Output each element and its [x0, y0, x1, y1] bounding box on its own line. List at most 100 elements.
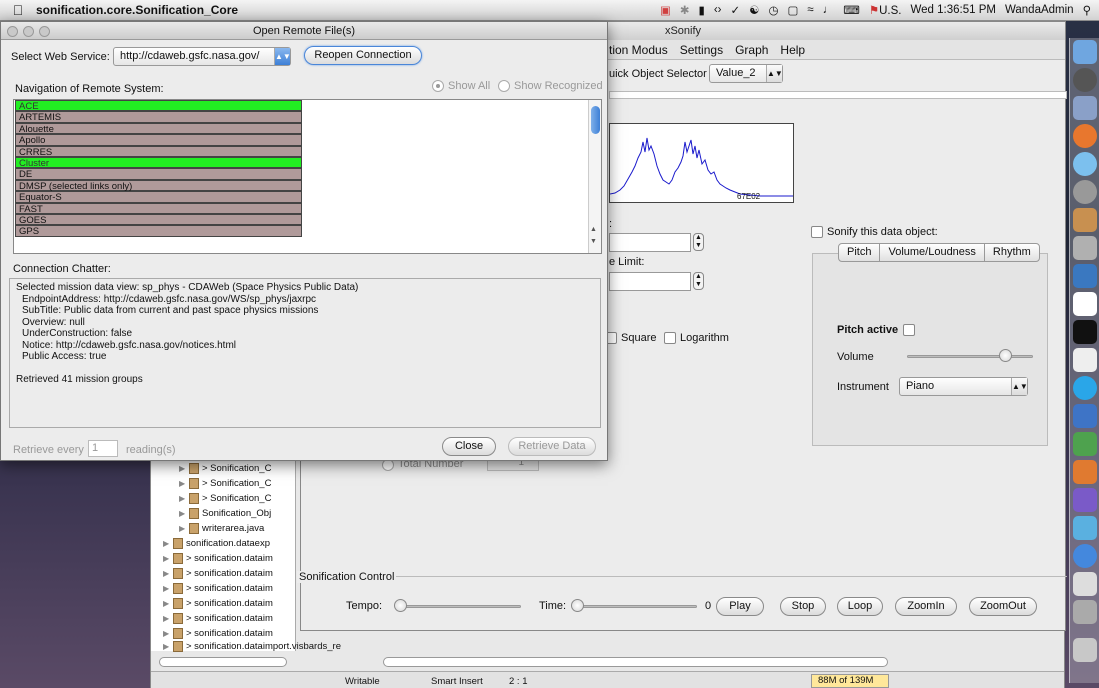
dock-word-icon[interactable]: [1073, 404, 1097, 428]
start-field[interactable]: [609, 233, 691, 252]
dock-downloads-icon[interactable]: [1073, 572, 1097, 596]
tree-item[interactable]: ▶ sonification.dataexp: [163, 536, 270, 551]
tree-item[interactable]: ▶ > Sonification_C: [179, 476, 271, 491]
dock-messenger-icon[interactable]: [1073, 516, 1097, 540]
tree-item[interactable]: ▶ Sonification_Obj: [179, 506, 271, 521]
show-recognized-radio[interactable]: [498, 80, 510, 92]
mission-item-equator-s[interactable]: Equator-S: [15, 191, 302, 203]
scroll-up-arrow-icon[interactable]: ▲: [590, 226, 597, 233]
zoomin-button[interactable]: ZoomIn: [895, 597, 957, 616]
mission-item-gps[interactable]: GPS: [15, 225, 302, 237]
logarithm-checkbox[interactable]: [664, 332, 676, 344]
input-locale[interactable]: ⚑U.S.: [869, 3, 902, 17]
dock-monitor-icon[interactable]: [1073, 264, 1097, 288]
sonify-checkbox[interactable]: [811, 226, 823, 238]
display-icon[interactable]: ▢: [788, 3, 799, 17]
clock[interactable]: Wed 1:36:51 PM: [911, 4, 996, 16]
dock-documents-icon[interactable]: [1073, 600, 1097, 624]
dock-safari-icon[interactable]: [1073, 152, 1097, 176]
mission-item-crres[interactable]: CRRES: [15, 145, 302, 158]
dock-skype-icon[interactable]: [1073, 376, 1097, 400]
mission-item-fast[interactable]: FAST: [15, 202, 302, 215]
dock-preferences-icon[interactable]: [1073, 180, 1097, 204]
tree-item[interactable]: ▶ > sonification.dataimport.visbards_re: [163, 639, 341, 654]
tree-expand-icon[interactable]: ▶: [179, 494, 189, 503]
menu-graph[interactable]: Graph: [735, 40, 768, 59]
time-slider-knob[interactable]: [571, 599, 584, 612]
keyboard-icon[interactable]: ⌨: [843, 3, 860, 17]
dock-calendar-icon[interactable]: [1073, 292, 1097, 316]
timemachine-icon[interactable]: ☯: [749, 3, 759, 17]
mission-list-scrollbar[interactable]: ▲ ▼: [588, 100, 601, 253]
mission-item-goes[interactable]: GOES: [15, 214, 302, 226]
tree-expand-icon[interactable]: ▶: [179, 524, 189, 533]
wifi-icon[interactable]: ≈: [807, 4, 813, 16]
tree-expand-icon[interactable]: ▶: [179, 464, 189, 473]
mission-item-ace[interactable]: ACE: [15, 100, 302, 112]
tree-expand-icon[interactable]: ▶: [163, 599, 173, 608]
limit-stepper[interactable]: ▲ ▼: [693, 272, 704, 290]
mission-item-alouette[interactable]: Alouette: [15, 122, 302, 135]
volume-slider[interactable]: [907, 355, 1033, 358]
sync-icon[interactable]: ✓: [731, 3, 741, 17]
tab-rhythm[interactable]: Rhythm: [985, 244, 1039, 261]
connection-chatter-log[interactable]: Selected mission data view: sp_phys - CD…: [9, 278, 601, 428]
dock-finder-icon[interactable]: [1073, 40, 1097, 64]
close-window-icon[interactable]: [7, 26, 18, 37]
start-stepper[interactable]: ▲ ▼: [693, 233, 704, 251]
memory-indicator[interactable]: 88M of 139M: [811, 674, 889, 688]
stop-button[interactable]: Stop: [780, 597, 826, 616]
instrument-select[interactable]: Piano ▲▼: [899, 377, 1028, 396]
editor-scrollbar[interactable]: [383, 657, 888, 667]
scroll-down-arrow-icon[interactable]: ▼: [590, 238, 597, 245]
tree-item[interactable]: ▶ > Sonification_C: [179, 461, 271, 476]
mission-item-artemis[interactable]: ARTEMIS: [15, 111, 302, 123]
retrieve-data-button[interactable]: Retrieve Data: [508, 437, 596, 456]
tree-item[interactable]: ▶ > Sonification_C: [179, 491, 271, 506]
web-service-select[interactable]: http://cdaweb.gsfc.nasa.gov/ ▲▼: [113, 47, 291, 66]
dock-textedit-icon[interactable]: [1073, 348, 1097, 372]
tab-volume-loudness[interactable]: Volume/Loudness: [880, 244, 985, 261]
tree-item[interactable]: ▶ > sonification.dataim: [163, 581, 273, 596]
tree-item[interactable]: ▶ > sonification.dataim: [163, 611, 273, 626]
retrieve-every-field[interactable]: 1: [88, 440, 118, 457]
tempo-slider-knob[interactable]: [394, 599, 407, 612]
dock-terminal-icon[interactable]: [1073, 320, 1097, 344]
tree-expand-icon[interactable]: ▶: [163, 629, 173, 638]
mission-item-de[interactable]: DE: [15, 168, 302, 180]
tempo-slider[interactable]: [397, 605, 521, 608]
pitch-active-checkbox[interactable]: [903, 324, 915, 336]
tree-expand-icon[interactable]: ▶: [163, 554, 173, 563]
user-name[interactable]: WandaAdmin: [1005, 4, 1074, 16]
time-slider[interactable]: [573, 605, 697, 608]
dock-network-icon[interactable]: [1073, 544, 1097, 568]
show-all-radio[interactable]: [432, 80, 444, 92]
play-button[interactable]: Play: [716, 597, 764, 616]
data-plot[interactable]: 67E02: [609, 123, 794, 203]
zoom-window-icon[interactable]: [39, 26, 50, 37]
close-button[interactable]: Close: [442, 437, 496, 456]
dock-trash-icon[interactable]: [1073, 638, 1097, 662]
clock-icon[interactable]: ◷: [768, 3, 778, 17]
tree-item[interactable]: ▶ writerarea.java: [179, 521, 264, 536]
spaces-icon[interactable]: ▣: [660, 3, 671, 17]
tree-item[interactable]: ▶ > sonification.dataim: [163, 551, 273, 566]
menu-settings[interactable]: Settings: [680, 40, 723, 59]
mission-item-cluster[interactable]: Cluster: [15, 157, 302, 169]
tree-expand-icon[interactable]: ▶: [163, 584, 173, 593]
menu-help[interactable]: Help: [780, 40, 805, 59]
script-icon[interactable]: ‹›: [714, 4, 722, 16]
dock-entourage-icon[interactable]: [1073, 488, 1097, 512]
tab-pitch[interactable]: Pitch: [839, 244, 881, 261]
mission-list[interactable]: ACE ARTEMIS Alouette Apollo CRRES Cluste…: [13, 99, 602, 254]
app-name-menu[interactable]: sonification.core.Sonification_Core: [36, 3, 238, 17]
spotlight-icon[interactable]: ⚲: [1083, 3, 1091, 17]
scrollbar-thumb[interactable]: [591, 106, 600, 134]
tree-expand-icon[interactable]: ▶: [163, 642, 173, 651]
mission-item-apollo[interactable]: Apollo: [15, 134, 302, 146]
menu-modus[interactable]: tion Modus: [609, 40, 668, 59]
dock-photo-icon[interactable]: [1073, 208, 1097, 232]
dock-dashboard-icon[interactable]: [1073, 68, 1097, 92]
tree-expand-icon[interactable]: ▶: [163, 539, 173, 548]
minimize-window-icon[interactable]: [23, 26, 34, 37]
